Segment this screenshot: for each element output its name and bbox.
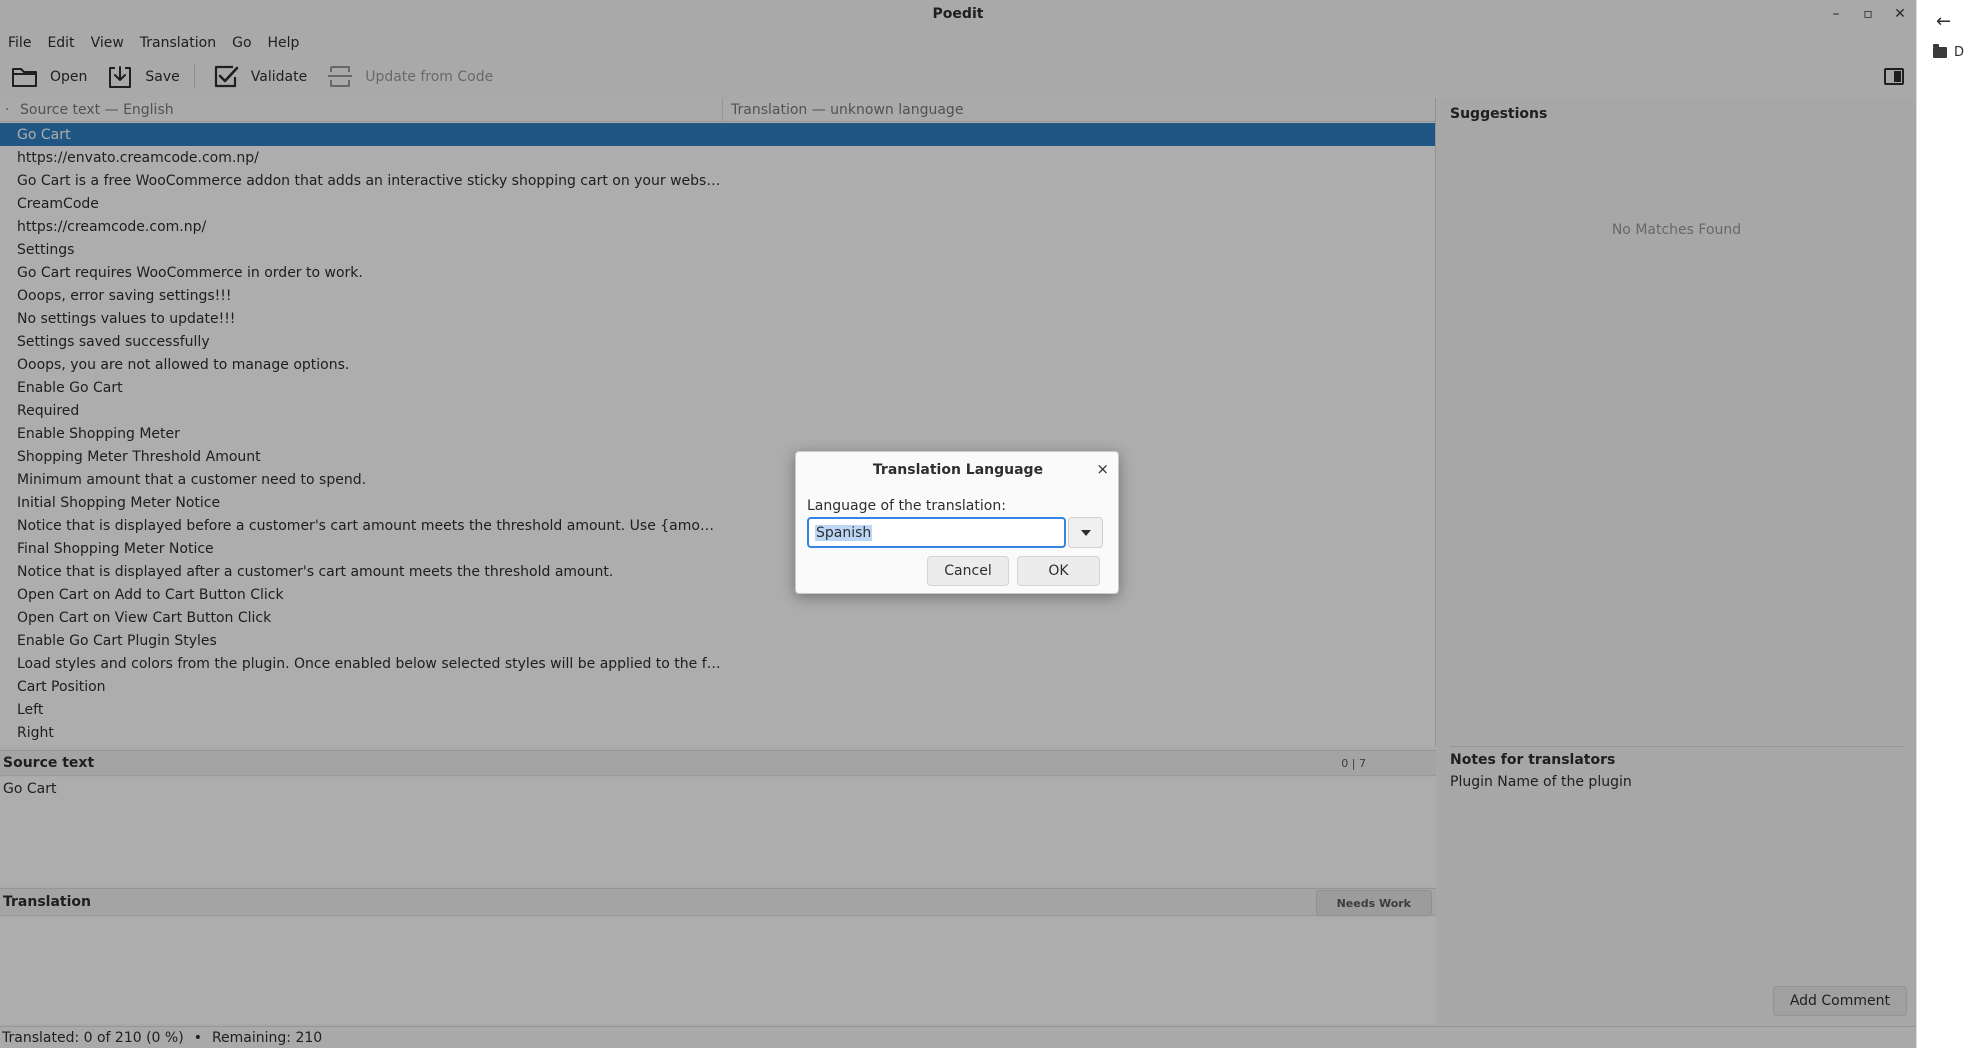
language-input[interactable]: Spanish <box>807 517 1066 548</box>
back-arrow-icon[interactable]: ← <box>1936 11 1951 32</box>
translation-language-dialog: Translation Language × Language of the t… <box>795 451 1119 594</box>
adjacent-window: ← D <box>1916 0 1964 1048</box>
cancel-button[interactable]: Cancel <box>927 556 1009 586</box>
poedit-window: Poedit – ▫ ✕ File Edit View Translation … <box>0 0 1916 1048</box>
dialog-title: Translation Language <box>872 462 1044 478</box>
adjacent-item-text[interactable]: D <box>1954 45 1964 60</box>
folder-icon <box>1933 44 1947 58</box>
dialog-close-icon[interactable]: × <box>1096 460 1109 478</box>
language-dropdown-button[interactable] <box>1068 517 1103 548</box>
language-value: Spanish <box>815 524 873 541</box>
ok-button[interactable]: OK <box>1017 556 1100 586</box>
language-label: Language of the translation: <box>807 498 1006 514</box>
